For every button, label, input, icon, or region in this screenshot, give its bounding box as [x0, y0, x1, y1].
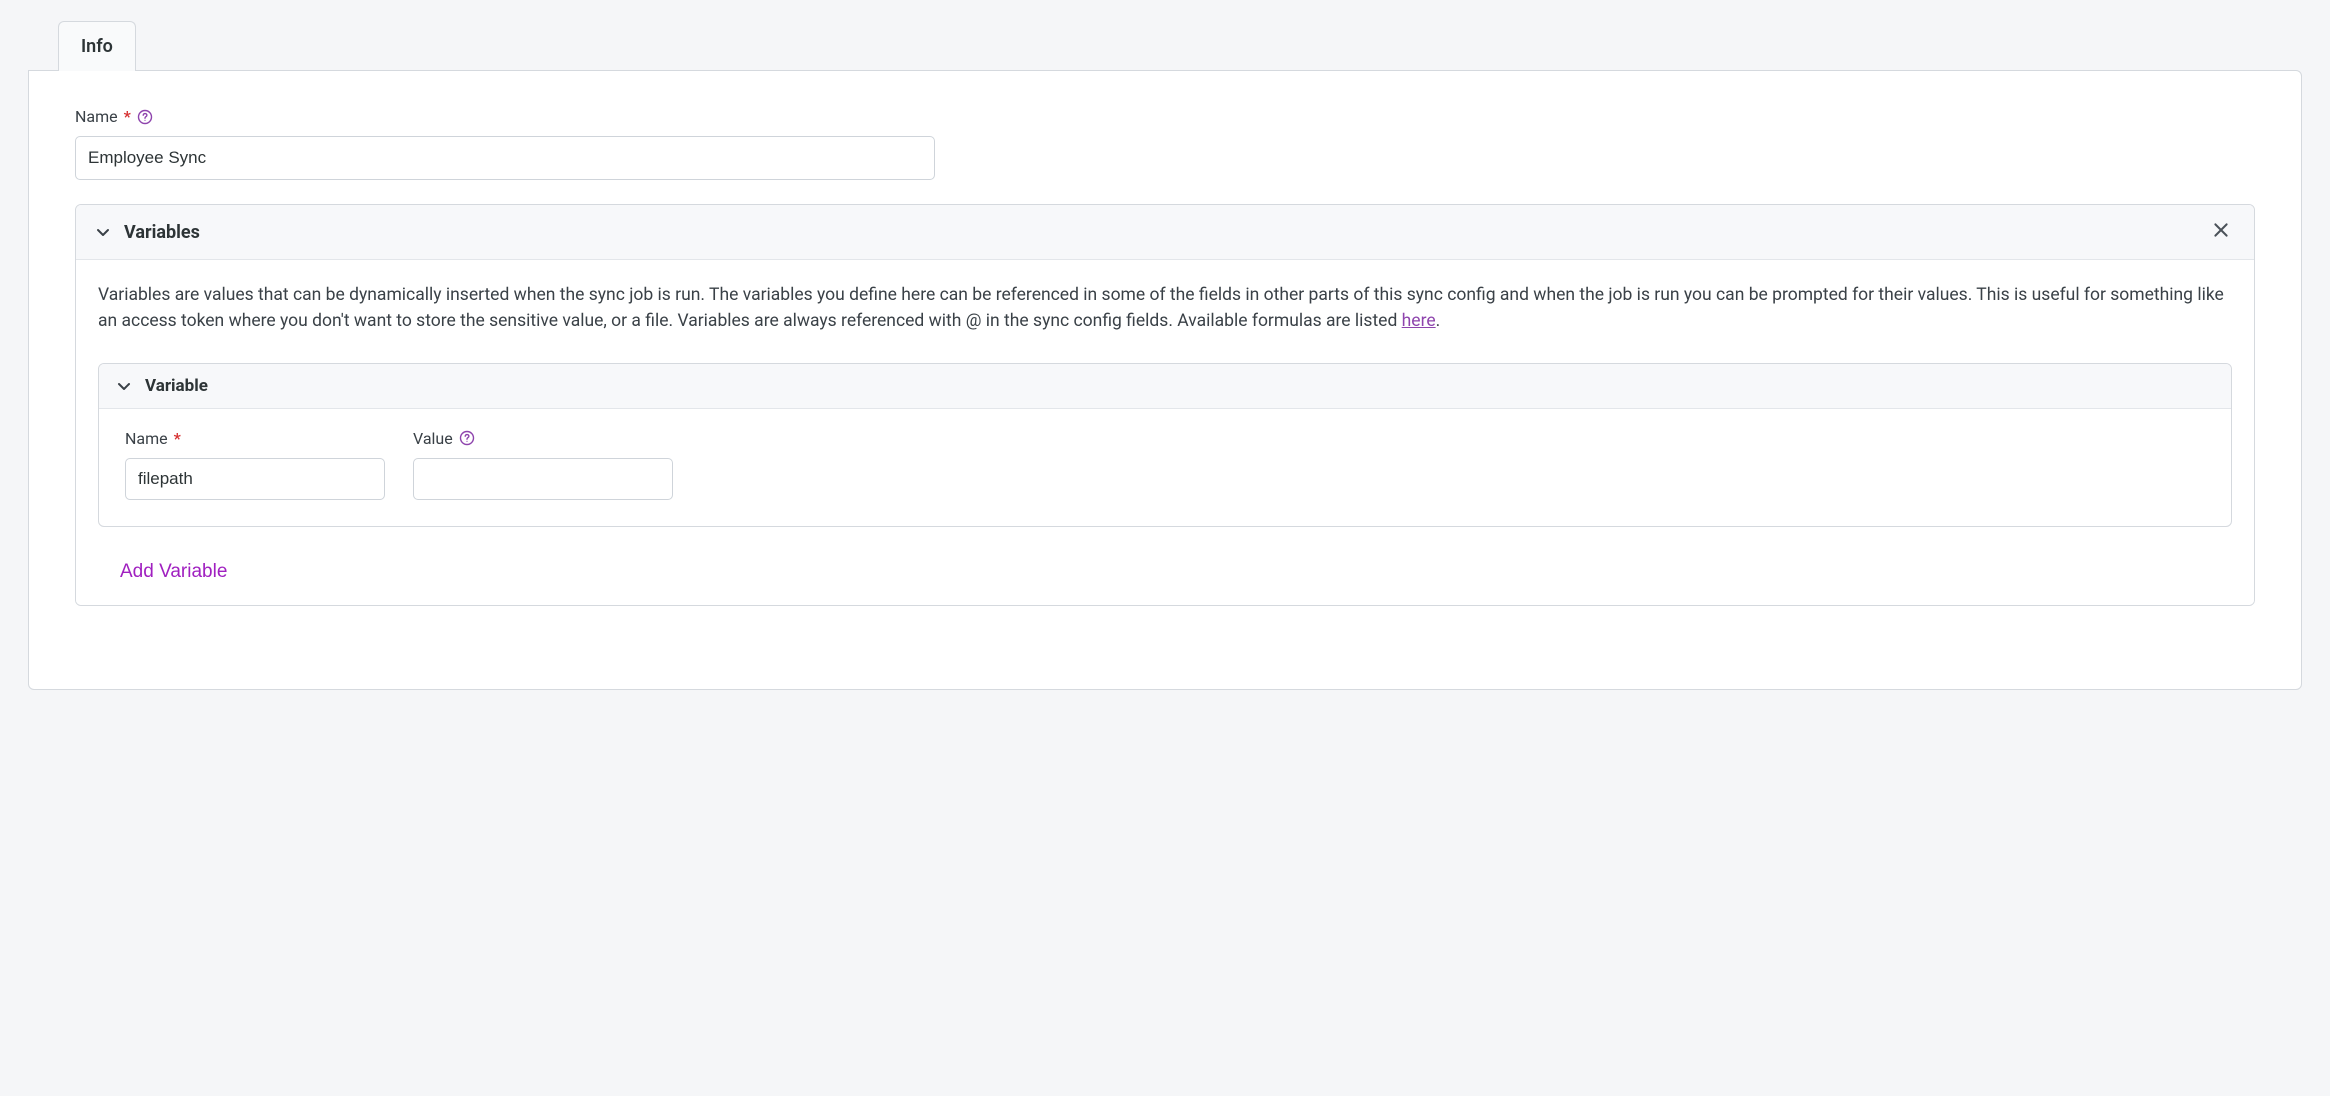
- variables-section-header: Variables: [76, 205, 2254, 260]
- variables-description-suffix: .: [1436, 311, 1441, 331]
- tab-info-label: Info: [81, 36, 113, 57]
- required-marker: *: [124, 107, 131, 126]
- help-icon[interactable]: [137, 109, 153, 125]
- variable-item-title: Variable: [145, 376, 208, 396]
- formulas-link[interactable]: here: [1402, 311, 1436, 331]
- variable-item-header: Variable: [99, 364, 2231, 409]
- variable-name-input[interactable]: [125, 458, 385, 500]
- tab-info[interactable]: Info: [58, 21, 136, 71]
- variables-section-title: Variables: [124, 222, 200, 243]
- name-label-row: Name *: [75, 107, 2255, 126]
- required-marker: *: [174, 429, 181, 448]
- close-icon[interactable]: [2206, 219, 2236, 245]
- info-panel: Name *: [28, 70, 2302, 690]
- variables-section: Variables Variables are values that can …: [75, 204, 2255, 606]
- chevron-down-icon[interactable]: [115, 377, 133, 395]
- name-label: Name: [75, 107, 118, 126]
- variables-description-text: Variables are values that can be dynamic…: [98, 285, 2224, 331]
- variable-value-input[interactable]: [413, 458, 673, 500]
- variable-item: Variable Name *: [98, 363, 2232, 527]
- help-icon[interactable]: [459, 430, 475, 446]
- chevron-down-icon[interactable]: [94, 223, 112, 241]
- variables-description: Variables are values that can be dynamic…: [98, 282, 2232, 335]
- variable-name-label: Name: [125, 429, 168, 448]
- name-input[interactable]: [75, 136, 935, 180]
- variable-name-label-row: Name *: [125, 429, 385, 448]
- variable-value-label: Value: [413, 429, 453, 448]
- variable-value-label-row: Value: [413, 429, 673, 448]
- add-variable-button[interactable]: Add Variable: [120, 561, 227, 583]
